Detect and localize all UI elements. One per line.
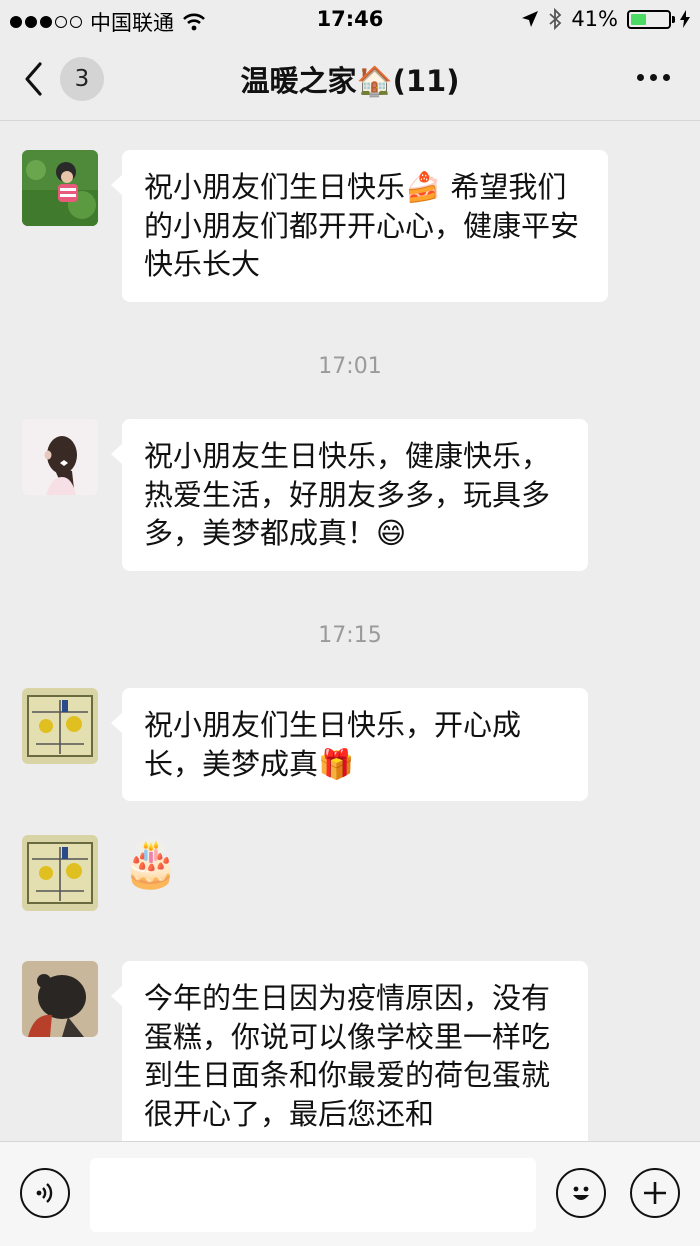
more-dot (637, 74, 644, 81)
timestamp: 17:15 (318, 623, 382, 648)
more-actions-button[interactable] (630, 1168, 680, 1218)
message-bubble[interactable]: 祝小朋友生日快乐，健康快乐，热爱生活，好朋友多多，玩具多多，美梦都成真！😄 (111, 419, 588, 571)
status-bar: 中国联通 17:46 41% (0, 0, 700, 38)
charging-bolt-icon (680, 10, 690, 28)
message-bubble[interactable]: 祝小朋友们生日快乐🍰 希望我们的小朋友们都开开心心，健康平安快乐长大 (111, 150, 608, 302)
battery-fill (631, 13, 646, 25)
battery-icon (627, 9, 675, 29)
plus-icon (644, 1182, 666, 1204)
more-dot (663, 74, 670, 81)
bluetooth-icon (549, 8, 562, 30)
emoji-message[interactable]: 🎂 (122, 835, 179, 891)
avatar[interactable] (22, 835, 98, 911)
message-bubble[interactable]: 今年的生日因为疫情原因，没有蛋糕，你说可以像学校里一样吃到生日面条和你最爱的荷包… (111, 961, 588, 1141)
message-input[interactable] (90, 1158, 536, 1232)
message-text: 祝小朋友们生日快乐，开心成长，美梦成真🎁 (144, 708, 522, 781)
chat-area[interactable]: 祝小朋友们生日快乐🍰 希望我们的小朋友们都开开心心，健康平安快乐长大 17:01… (0, 121, 700, 1141)
more-options-button[interactable] (637, 74, 670, 81)
location-arrow-icon (522, 11, 539, 27)
voice-button[interactable] (20, 1168, 70, 1218)
message-bubble[interactable]: 祝小朋友们生日快乐，开心成长，美梦成真🎁 (111, 688, 588, 801)
message-text: 祝小朋友生日快乐，健康快乐，热爱生活，好朋友多多，玩具多多，美梦都成真！😄 (144, 439, 551, 550)
avatar[interactable] (22, 419, 98, 495)
avatar[interactable] (22, 961, 98, 1037)
emoji-button[interactable] (556, 1168, 606, 1218)
avatar[interactable] (22, 688, 98, 764)
battery-percent: 41% (571, 7, 618, 31)
input-bar (0, 1141, 700, 1246)
chat-title: 温暖之家🏠(11) (240, 64, 460, 98)
nav-bar: 3 温暖之家🏠(11) (0, 38, 700, 121)
avatar[interactable] (22, 150, 98, 226)
timestamp: 17:01 (318, 354, 382, 379)
message-text: 祝小朋友们生日快乐🍰 希望我们的小朋友们都开开心心，健康平安快乐长大 (144, 170, 580, 281)
message-text: 今年的生日因为疫情原因，没有蛋糕，你说可以像学校里一样吃到生日面条和你最爱的荷包… (144, 981, 551, 1131)
smiley-icon (573, 1186, 589, 1200)
voice-icon (36, 1183, 53, 1203)
more-dot (650, 74, 657, 81)
status-right: 41% (521, 7, 690, 31)
